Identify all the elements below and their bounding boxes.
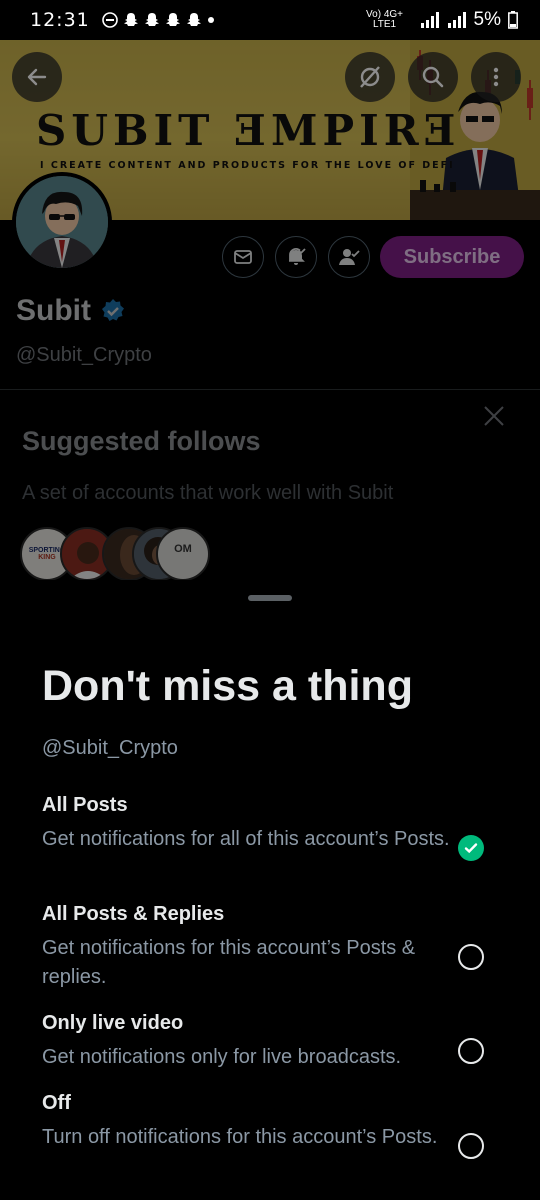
snapchat-icon	[165, 13, 180, 26]
suggested-avatar: OM	[156, 527, 210, 581]
message-button[interactable]	[222, 236, 264, 278]
option-description: Get notifications only for live broadcas…	[42, 1046, 402, 1068]
back-arrow-icon	[27, 68, 47, 86]
snapchat-icon	[144, 13, 159, 26]
avatar[interactable]	[12, 172, 112, 272]
notification-icons	[101, 12, 215, 28]
snapchat-icon	[123, 13, 138, 26]
verified-badge-icon	[102, 299, 124, 321]
battery-level: 5%	[473, 9, 501, 30]
sheet-drag-handle[interactable]	[248, 595, 292, 601]
envelope-icon	[234, 250, 252, 264]
do-not-disturb-icon	[101, 12, 118, 28]
option-label: All Posts & Replies	[42, 903, 225, 925]
more-vertical-icon	[493, 67, 499, 87]
profile-screen: 12:31 Vo) 4G+ LTE1 5% SUBIT ƎMPIRƎ I CRE…	[0, 0, 540, 1200]
banner-title: SUBIT ƎMPIRƎ	[36, 106, 461, 155]
sheet-handle-text: @Subit_Crypto	[42, 737, 178, 759]
profile-name: Subit	[16, 294, 91, 327]
grok-icon	[360, 66, 380, 88]
bell-check-icon	[289, 248, 306, 265]
subscribe-button[interactable]: Subscribe	[380, 236, 524, 278]
search-button[interactable]	[408, 52, 458, 102]
radio-selected[interactable]	[458, 835, 484, 861]
following-button[interactable]	[328, 236, 370, 278]
option-only-live-video[interactable]: Only live video Get notifications only f…	[42, 1012, 512, 1072]
suggested-follows-title: Suggested follows	[22, 426, 261, 456]
battery-icon	[508, 11, 518, 29]
more-options-button[interactable]	[471, 52, 521, 102]
snapchat-icon	[186, 13, 201, 26]
person-check-icon	[339, 249, 360, 265]
signal-icon	[420, 12, 439, 28]
grok-button[interactable]	[345, 52, 395, 102]
option-off[interactable]: Off Turn off notifications for this acco…	[42, 1092, 512, 1159]
option-description: Get notifications for all of this accoun…	[42, 828, 450, 850]
option-label: Off	[42, 1092, 71, 1114]
option-description: Turn off notifications for this account’…	[42, 1126, 438, 1148]
option-label: All Posts	[42, 794, 128, 816]
close-icon[interactable]	[482, 404, 506, 428]
radio-unselected[interactable]	[458, 1133, 484, 1159]
suggested-follows-subtitle: A set of accounts that work well with Su…	[22, 482, 394, 504]
status-time: 12:31	[30, 9, 90, 31]
notification-settings-sheet: Don't miss a thing @Subit_Crypto All Pos…	[0, 580, 540, 1200]
banner-subtitle: I CREATE CONTENT AND PRODUCTS FOR THE LO…	[40, 160, 455, 171]
radio-unselected[interactable]	[458, 944, 484, 970]
option-label: Only live video	[42, 1012, 184, 1034]
divider	[0, 389, 540, 390]
back-button[interactable]	[12, 52, 62, 102]
suggested-avatar-stack[interactable]: SPORTING KING OM	[20, 527, 220, 583]
avatar-label: OM	[174, 543, 192, 555]
notifications-button[interactable]	[275, 236, 317, 278]
profile-handle: @Subit_Crypto	[16, 344, 152, 366]
status-bar: 12:31 Vo) 4G+ LTE1 5%	[0, 0, 540, 40]
check-icon	[464, 843, 478, 854]
option-all-posts[interactable]: All Posts Get notifications for all of t…	[42, 794, 512, 861]
search-icon	[422, 66, 444, 88]
signal-icon	[447, 12, 466, 28]
status-right: Vo) 4G+ LTE1 5%	[357, 9, 518, 31]
radio-unselected[interactable]	[458, 1038, 484, 1064]
avatar-image	[16, 176, 108, 268]
option-all-posts-replies[interactable]: All Posts & Replies Get notifications fo…	[42, 903, 512, 992]
network-label: Vo) 4G+ LTE1	[366, 9, 404, 30]
option-description: Get notifications for this account’s Pos…	[42, 937, 416, 988]
dot-icon	[207, 17, 214, 23]
sheet-title: Don't miss a thing	[42, 662, 413, 710]
